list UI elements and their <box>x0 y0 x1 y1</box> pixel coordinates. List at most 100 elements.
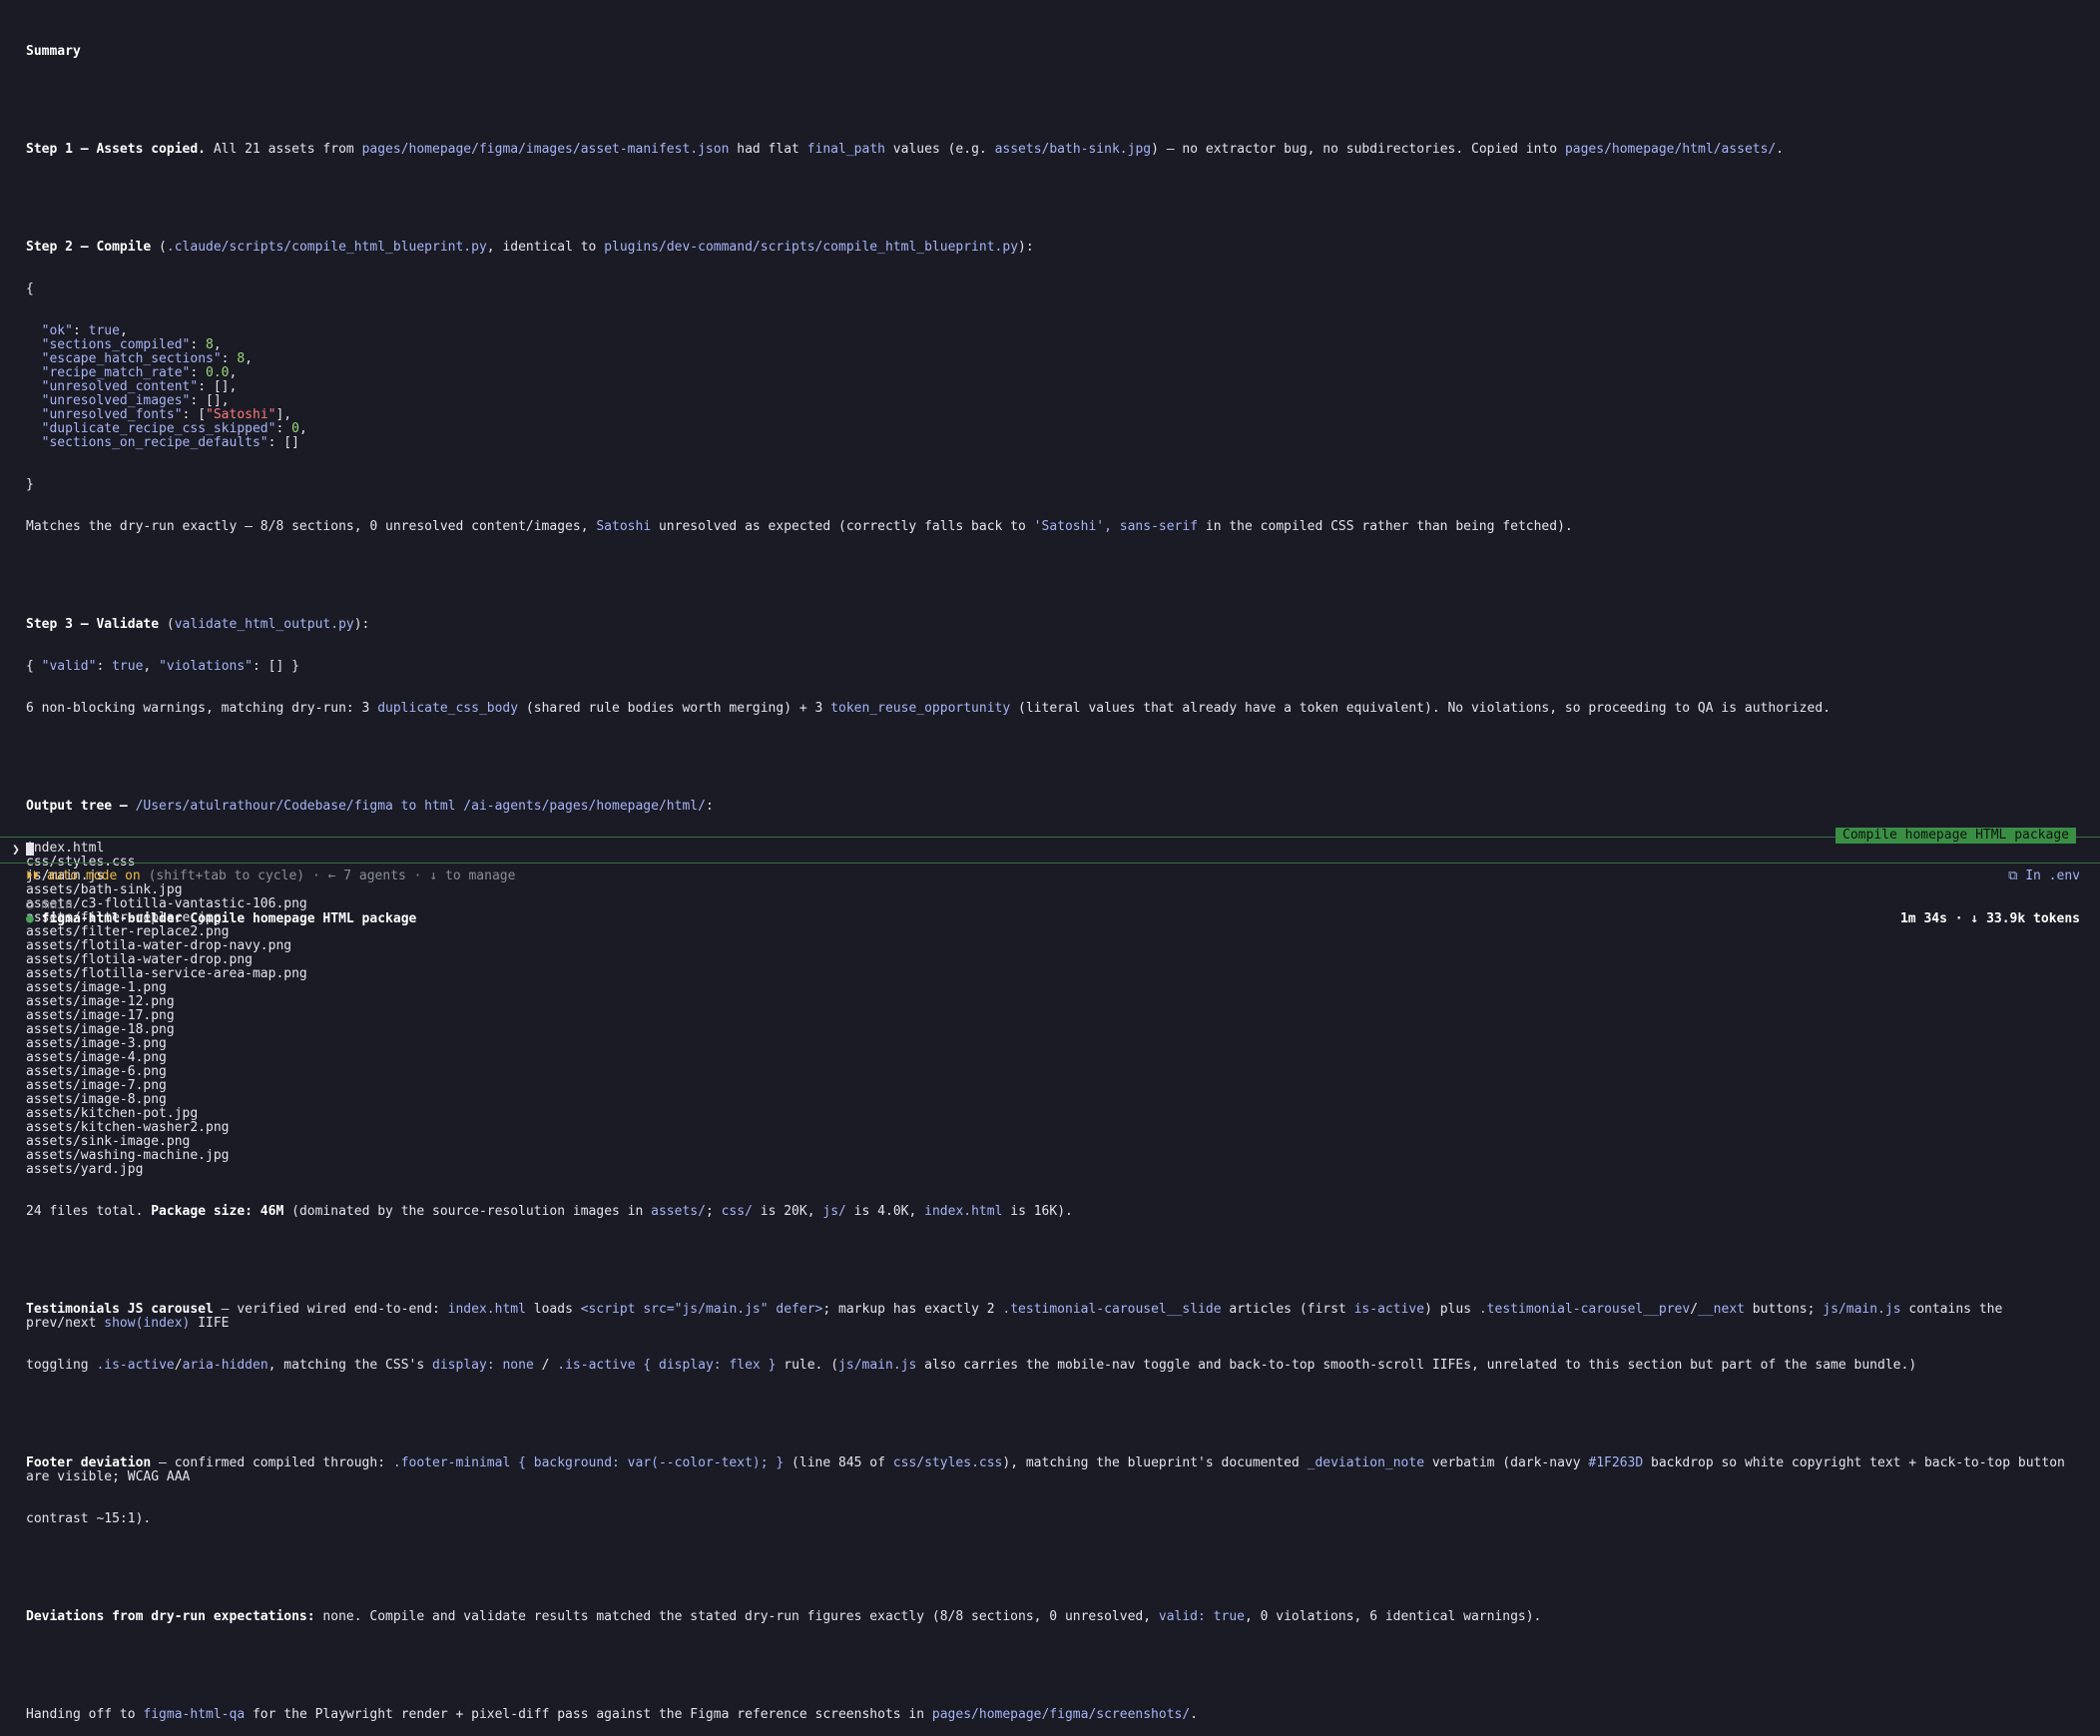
file-list-item: assets/kitchen-pot.jpg <box>26 1106 199 1121</box>
file-list-item: assets/sink-image.png <box>26 1134 191 1149</box>
text: / <box>533 1358 558 1373</box>
file-list-item: assets/filter-replace2.png <box>26 924 230 939</box>
status-bar[interactable]: ⏵⏵ auto mode on (shift+tab to cycle) · ←… <box>26 869 515 883</box>
text: verbatim (dark-navy <box>1424 1455 1589 1470</box>
file-list-item: assets/image-12.png <box>26 994 175 1009</box>
output-tree-label: Output tree — <box>26 799 128 814</box>
json-line: "unresolved_images": [], <box>26 394 2080 408</box>
text: / <box>174 1358 183 1373</box>
path-ref: css/styles.css <box>892 1455 1003 1470</box>
text: is 16K). <box>1002 1204 1073 1219</box>
json-tail: , <box>119 323 128 338</box>
status-hint: (shift+tab to cycle) · ← 7 agents · ↓ to… <box>140 868 516 883</box>
json-line: "ok": true, <box>26 324 2080 338</box>
json-sep: : [ <box>182 407 207 422</box>
text: . <box>1190 1707 1199 1722</box>
path-ref: aria-hidden <box>182 1358 268 1373</box>
env-indicator[interactable]: ⧉ In .env <box>2008 869 2080 883</box>
text: (literal values that already have a toke… <box>1010 701 1831 716</box>
path-ref: _deviation_note <box>1307 1455 1425 1470</box>
text <box>128 799 136 814</box>
path-ref: .testimonial-carousel__prev <box>1478 1302 1691 1317</box>
path-ref: show(index) <box>104 1316 191 1331</box>
json-sep: : <box>190 393 207 408</box>
path-ref: index.html <box>924 1204 1003 1219</box>
json-sep: : <box>72 323 89 338</box>
json-value: true <box>112 659 144 674</box>
json-key: "ok" <box>41 323 73 338</box>
path-ref: .is-active { display: flex } <box>557 1358 777 1373</box>
path-ref: figma-html-qa <box>143 1707 246 1722</box>
file-list-item: assets/flotilla-service-area-map.png <box>26 966 307 981</box>
text: had flat <box>729 142 807 157</box>
path-ref: js/main.js <box>1823 1302 1901 1317</box>
auto-mode-indicator[interactable]: ⏵⏵ auto mode on <box>26 868 141 883</box>
json-sep: : <box>190 337 207 352</box>
file-list-item: assets/flotila-water-drop-navy.png <box>26 938 292 953</box>
text: . <box>1776 142 1785 157</box>
text: — verified wired end-to-end: <box>213 1302 448 1317</box>
text: rule. ( <box>776 1358 839 1373</box>
json-sep: : <box>275 421 292 436</box>
file-list-item: index.html <box>26 841 105 856</box>
path-ref: assets/ <box>651 1204 706 1219</box>
path-ref: #1F263D <box>1588 1455 1644 1470</box>
file-list-item: assets/washing-machine.jpg <box>26 1148 230 1163</box>
prompt-input[interactable]: ❯ <box>12 843 34 858</box>
text: ): <box>353 617 370 632</box>
json-tail: ], <box>275 407 292 422</box>
json-tail: , <box>221 393 230 408</box>
file-list-item: assets/bath-sink.jpg <box>26 882 183 897</box>
text-cursor <box>25 843 34 856</box>
json-line: "unresolved_content": [], <box>26 380 2080 394</box>
path-ref: is-active <box>1353 1302 1425 1317</box>
text: — confirmed compiled through: <box>151 1455 393 1470</box>
json-tail: , <box>213 337 222 352</box>
deviations-label: Deviations from dry-run expectations: <box>26 1609 315 1624</box>
testimonials-line-2: toggling .is-active/aria-hidden, matchin… <box>26 1359 2080 1373</box>
json-sep: : <box>198 379 214 394</box>
json-value: "Satoshi" <box>206 407 276 422</box>
file-list: index.html css/styles.css js/main.js assets… <box>26 842 2080 1177</box>
json-value: [] <box>206 393 222 408</box>
text: ; <box>705 1204 722 1219</box>
path-ref: .is-active <box>96 1358 175 1373</box>
text: : <box>705 799 714 814</box>
file-list-item: assets/flotila-water-drop.png <box>26 952 253 967</box>
text: Matches the dry-run exactly — 8/8 sectio… <box>26 519 597 534</box>
json-value: [] <box>213 379 230 394</box>
deviations-line: Deviations from dry-run expectations: no… <box>26 1610 2080 1624</box>
file-list-item: assets/image-8.png <box>26 1092 167 1107</box>
file-list-item: assets/kitchen-washer2.png <box>26 1120 230 1135</box>
file-list-item: assets/image-1.png <box>26 980 167 995</box>
json-line: "duplicate_recipe_css_skipped": 0, <box>26 422 2080 436</box>
path-ref: __next <box>1698 1302 1745 1317</box>
text: buttons; <box>1744 1302 1824 1317</box>
task-badge[interactable]: Compile homepage HTML package <box>1836 828 2076 844</box>
json-value: 0.0 <box>206 365 230 380</box>
path-ref: display: none <box>432 1358 534 1373</box>
json-sep: : <box>190 365 207 380</box>
step2-line: Step 2 — Compile (.claude/scripts/compil… <box>26 241 2080 255</box>
json-tail: , <box>229 379 238 394</box>
path-ref: assets/bath-sink.jpg <box>994 142 1152 157</box>
text: toggling <box>26 1358 97 1373</box>
step3-line: Step 3 — Validate (validate_html_output.… <box>26 618 2080 632</box>
text: is 20K, <box>752 1204 823 1219</box>
file-list-item: assets/image-6.png <box>26 1064 167 1079</box>
step3-warnings: 6 non-blocking warnings, matching dry-ru… <box>26 702 2080 716</box>
path-ref: .testimonial-carousel__slide <box>1002 1302 1222 1317</box>
prompt-top-divider <box>0 837 2100 838</box>
path-ref: valid: true <box>1158 1609 1245 1624</box>
footer-line: Footer deviation — confirmed compiled th… <box>26 1456 2080 1484</box>
handoff-line: Handing off to figma-html-qa for the Pla… <box>26 1708 2080 1722</box>
json-line: "recipe_match_rate": 0.0, <box>26 366 2080 380</box>
file-list-item: assets/image-7.png <box>26 1078 167 1093</box>
text: , matching the CSS's <box>267 1358 433 1373</box>
validate-json: { "valid": true, "violations": [] } <box>26 660 2080 674</box>
step1-line: Step 1 — Assets copied. All 21 assets fr… <box>26 143 2080 157</box>
